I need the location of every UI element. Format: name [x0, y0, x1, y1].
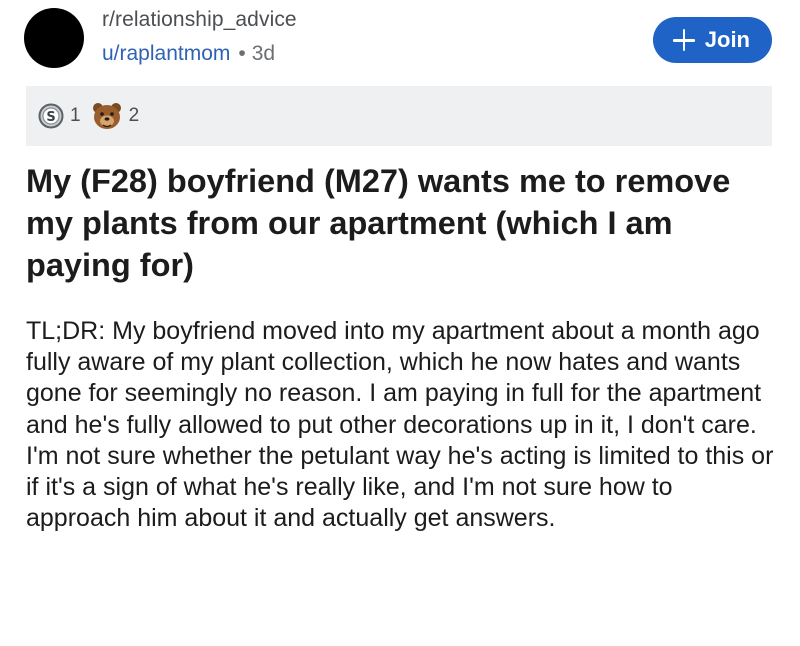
post-title[interactable]: My (F28) boyfriend (M27) wants me to rem… [26, 160, 766, 286]
meta-separator: • [238, 42, 246, 65]
post-body: TL;DR: My boyfriend moved into my apartm… [26, 317, 774, 533]
svg-text:S: S [46, 110, 55, 125]
join-button-label: Join [704, 27, 750, 52]
post-header: r/relationship_advice u/raplantmom • 3d Jo… [24, 4, 776, 74]
awards-bar[interactable]: S 1 2 [26, 86, 772, 146]
join-button[interactable]: Join [652, 17, 772, 63]
post-age: 3d [251, 42, 276, 65]
silver-award-icon: S [38, 103, 64, 129]
award-count: 1 [70, 105, 81, 126]
award-count: 2 [128, 105, 140, 126]
avatar[interactable] [24, 8, 84, 68]
bear-award-icon [91, 101, 123, 131]
author-line: u/raplantmom • 3d [102, 40, 297, 68]
award-silver[interactable]: S 1 [38, 103, 81, 129]
award-bear[interactable]: 2 [91, 101, 140, 131]
author-username[interactable]: u/raplantmom [102, 42, 230, 65]
post-meta: r/relationship_advice u/raplantmom • 3d [102, 6, 297, 68]
subreddit-name[interactable]: r/relationship_advice [102, 6, 297, 34]
plus-icon [672, 29, 695, 51]
